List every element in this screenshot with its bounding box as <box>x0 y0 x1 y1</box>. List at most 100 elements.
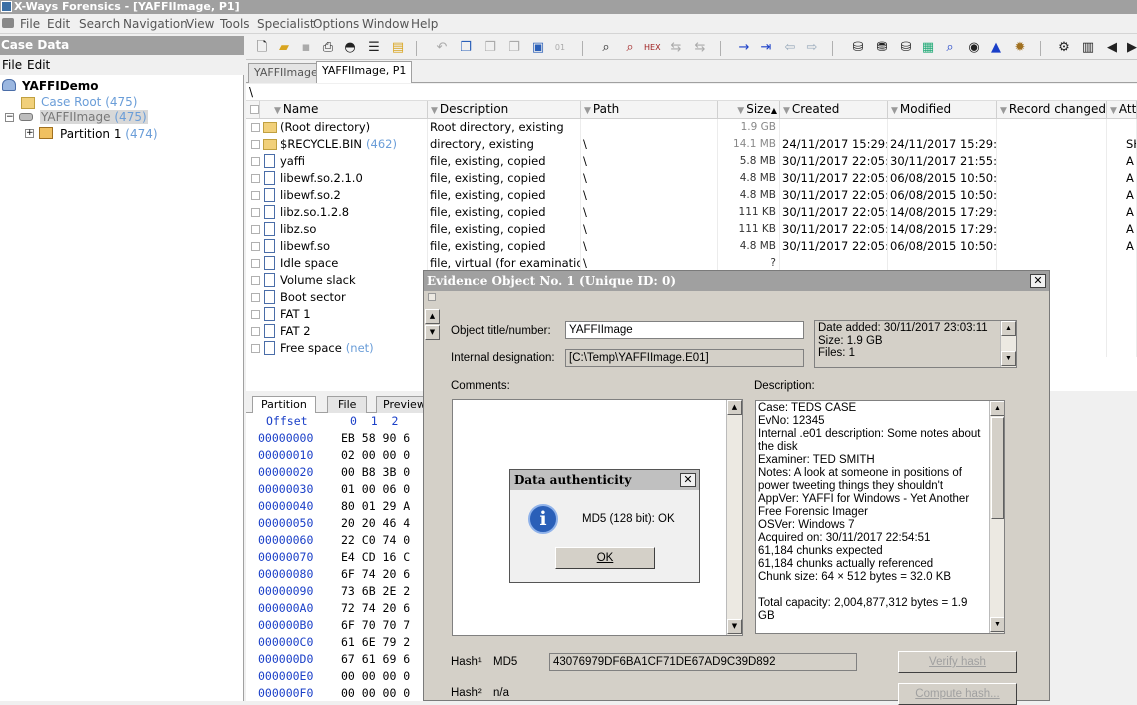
hex-bytes[interactable]: 01 00 06 0 <box>341 481 410 498</box>
row-checkbox[interactable] <box>251 123 260 132</box>
hex-bytes[interactable]: 67 61 69 6 <box>341 651 410 668</box>
table-row[interactable]: yaffi file, existing, copied \ 5.8 MB 30/11/… <box>246 153 1137 170</box>
replace-text-icon[interactable]: ⇆ <box>668 40 684 56</box>
scroll-up-icon[interactable]: ▲ <box>727 400 742 415</box>
table-row[interactable]: libz.so.1.2.8 file, existing, copied \ 111 … <box>246 204 1137 221</box>
row-checkbox[interactable] <box>251 208 260 217</box>
table-row[interactable]: libewf.so file, existing, copied \ 4.8 MB 30… <box>246 238 1137 255</box>
row-checkbox[interactable] <box>251 293 260 302</box>
tree-case-root[interactable]: Case Root (475) <box>41 95 137 109</box>
column-select-all[interactable] <box>246 101 260 119</box>
picture-icon[interactable]: ▲ <box>988 40 1004 56</box>
hex-row[interactable]: 00000080 6F 74 20 6 <box>246 566 426 583</box>
column-attributes[interactable]: ▼ Att <box>1107 101 1137 119</box>
case-menu-file[interactable]: File <box>2 58 22 72</box>
menu-navigation[interactable]: Navigation <box>123 17 188 31</box>
hex-row[interactable]: 00000030 01 00 06 0 <box>246 481 426 498</box>
menu-edit[interactable]: Edit <box>47 17 70 31</box>
hex-row[interactable]: 00000020 00 B8 3B 0 <box>246 464 426 481</box>
hex-row[interactable]: 000000A0 72 74 20 6 <box>246 600 426 617</box>
table-row[interactable]: $RECYCLE.BIN (462) directory, existing \ 14.… <box>246 136 1137 153</box>
paste-icon[interactable]: ❐ <box>482 40 498 56</box>
hex-row[interactable]: 00000040 80 01 29 A <box>246 498 426 515</box>
menu-search[interactable]: Search <box>79 17 120 31</box>
table-row[interactable]: libz.so file, existing, copied \ 111 KB 30/1… <box>246 221 1137 238</box>
hex-bytes[interactable]: 00 00 00 0 <box>341 668 410 685</box>
hex-bytes[interactable]: 72 74 20 6 <box>341 600 410 617</box>
column-modified[interactable]: ▼ Modified <box>888 101 997 119</box>
evidence-close-button[interactable]: ✕ <box>1030 274 1046 288</box>
column-path[interactable]: ▼ Path <box>581 101 718 119</box>
undo-icon[interactable]: ↶ <box>434 40 450 56</box>
hex-row[interactable]: 00000090 73 6B 2E 2 <box>246 583 426 600</box>
hex-bytes[interactable]: 61 6E 79 2 <box>341 634 410 651</box>
description-scrollbar[interactable]: ▲ ▼ <box>989 401 1004 633</box>
verify-hash-button[interactable]: Verify hash <box>898 651 1017 673</box>
expand-toggle-icon[interactable]: + <box>25 129 34 138</box>
column-record-changed[interactable]: ▼ Record changed <box>997 101 1107 119</box>
paste-special-icon[interactable]: ❐ <box>506 40 522 56</box>
dialog-scrollbar[interactable]: ▲ ▼ <box>425 309 441 341</box>
menu-help[interactable]: Help <box>411 17 438 31</box>
tab-yaffiimage[interactable]: YAFFIImage <box>248 63 324 83</box>
disks-icon[interactable]: ⛃ <box>874 40 890 56</box>
row-checkbox[interactable] <box>251 191 260 200</box>
back-icon[interactable]: ⇦ <box>782 40 798 56</box>
hex-bytes[interactable]: E4 CD 16 C <box>341 549 410 566</box>
hex-row[interactable]: 000000E0 00 00 00 0 <box>246 668 426 685</box>
save-icon[interactable]: ▪ <box>298 40 314 56</box>
scroll-up-icon[interactable]: ▲ <box>990 401 1004 416</box>
collapse-toggle-icon[interactable]: − <box>5 113 14 122</box>
hex-bytes[interactable]: 00 B8 3B 0 <box>341 464 410 481</box>
find-text-icon[interactable]: ⌕ <box>598 40 614 56</box>
scroll-down-icon[interactable]: ▼ <box>727 619 742 634</box>
clipboard-icon[interactable]: ▣ <box>530 40 546 56</box>
row-checkbox[interactable] <box>251 344 260 353</box>
hex-bytes[interactable]: 80 01 29 A <box>341 498 410 515</box>
hex-row[interactable]: 00000010 02 00 00 0 <box>246 447 426 464</box>
open-image-icon[interactable]: ▤ <box>390 40 406 56</box>
forward-icon[interactable]: ⇨ <box>804 40 820 56</box>
row-checkbox[interactable] <box>251 327 260 336</box>
hex-row[interactable]: 00000050 20 20 46 4 <box>246 515 426 532</box>
tab-partition[interactable]: Partition <box>252 396 316 413</box>
scroll-down-icon[interactable]: ▼ <box>990 617 1004 632</box>
hex-bytes[interactable]: 20 20 46 4 <box>341 515 410 532</box>
hex-row[interactable]: 000000C0 61 6E 79 2 <box>246 634 426 651</box>
find-next-icon[interactable]: ⌕ <box>622 40 638 56</box>
new-file-icon[interactable]: 🗋 <box>254 40 270 56</box>
goto-sector-icon[interactable]: ⇥ <box>758 40 774 56</box>
drive-icon[interactable]: ⛁ <box>850 40 866 56</box>
column-name[interactable]: ▼ Name <box>260 101 428 119</box>
print-icon[interactable]: ⎙ <box>320 40 336 56</box>
hex-fill-icon[interactable]: 01 <box>552 40 568 56</box>
hex-bytes[interactable]: 02 00 00 0 <box>341 447 410 464</box>
tree-yaffiimage[interactable]: YAFFIImage (475) <box>40 110 148 124</box>
ok-button[interactable]: OK <box>555 547 655 569</box>
tab-file[interactable]: File <box>327 396 368 413</box>
hex-bytes[interactable]: 6F 74 20 6 <box>341 566 410 583</box>
menu-file[interactable]: File <box>20 17 40 31</box>
menu-options[interactable]: Options <box>313 17 359 31</box>
scroll-left-icon[interactable]: ◀ <box>1104 40 1120 56</box>
camera-icon[interactable]: ◉ <box>966 40 982 56</box>
description-textarea[interactable]: Case: TEDS CASE EvNo: 12345 Internal .e01 … <box>755 400 1005 634</box>
disk-icon[interactable]: ◓ <box>342 40 358 56</box>
info-scrollbar[interactable]: ▲ ▼ <box>1000 321 1016 367</box>
hex-row[interactable]: 000000D0 67 61 69 6 <box>246 651 426 668</box>
row-checkbox[interactable] <box>251 259 260 268</box>
hex-bytes[interactable]: 6F 70 70 7 <box>341 617 410 634</box>
menu-view[interactable]: View <box>186 17 214 31</box>
properties-icon[interactable]: ☰ <box>366 40 382 56</box>
column-size[interactable]: ▼ Size▲ <box>718 101 780 119</box>
hex-bytes[interactable]: 73 6B 2E 2 <box>341 583 410 600</box>
goto-offset-icon[interactable]: → <box>736 40 752 56</box>
system-menu-icon[interactable] <box>2 18 14 28</box>
hex-row[interactable]: 000000B0 6F 70 70 7 <box>246 617 426 634</box>
comments-scrollbar[interactable]: ▲ ▼ <box>726 400 742 635</box>
case-menu-edit[interactable]: Edit <box>27 58 50 72</box>
options-icon[interactable]: ⚙ <box>1056 40 1072 56</box>
scroll-down-icon[interactable]: ▼ <box>425 325 440 340</box>
hex-row[interactable]: 00000060 22 C0 74 0 <box>246 532 426 549</box>
raid-icon[interactable]: ⛁ <box>898 40 914 56</box>
